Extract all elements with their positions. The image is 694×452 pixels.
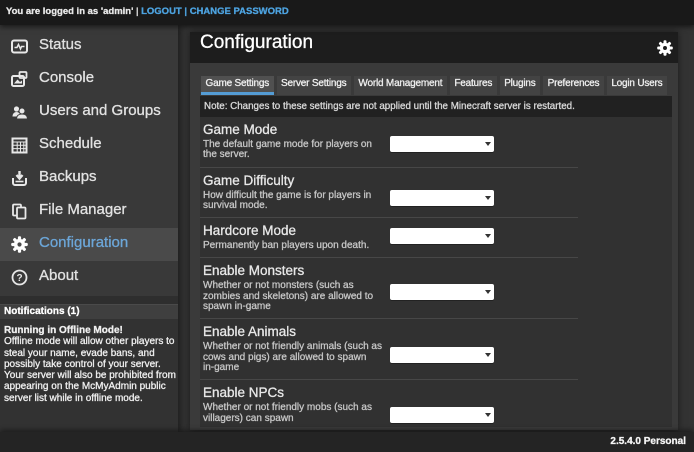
svg-text:?: ? <box>16 273 22 284</box>
